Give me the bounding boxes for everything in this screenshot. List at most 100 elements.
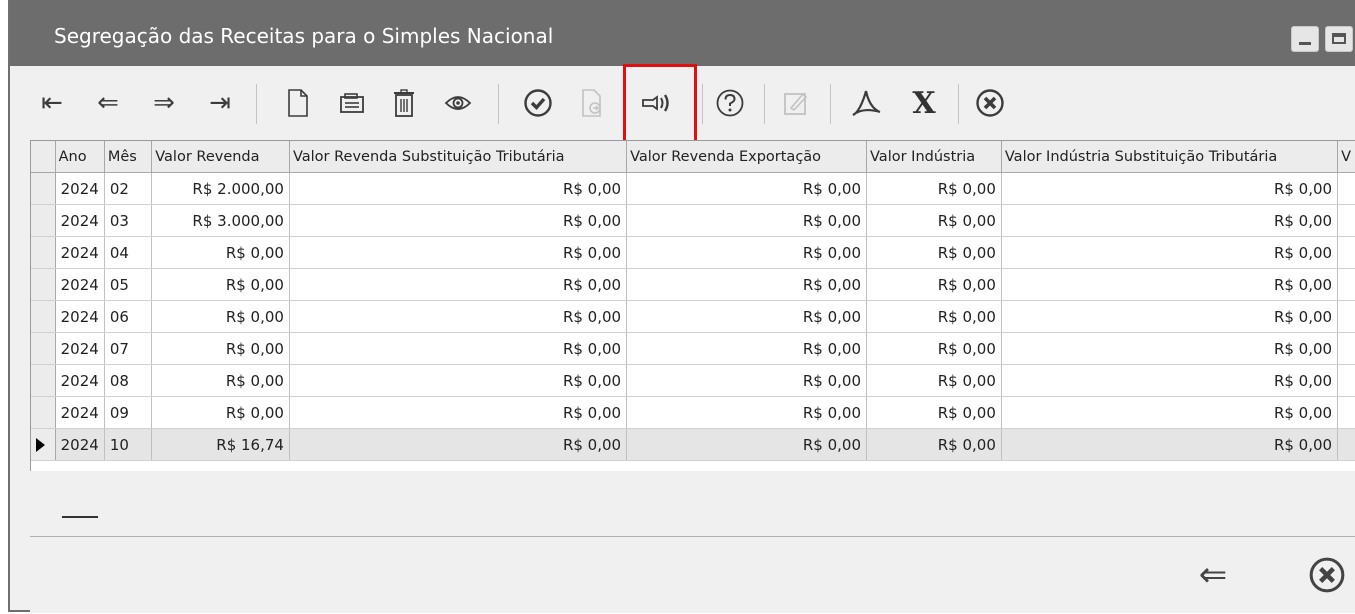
cell-truncated[interactable] — [1337, 428, 1355, 461]
column-header-mes[interactable]: Mês — [104, 141, 153, 173]
cell-valor-industria[interactable]: R$ 0,00 — [866, 364, 1002, 397]
cell-valor-revenda[interactable]: R$ 0,00 — [151, 268, 290, 301]
cell-valor-revenda-st[interactable]: R$ 0,00 — [289, 428, 628, 461]
cell-ano[interactable]: 2024 — [55, 364, 105, 397]
cell-valor-revenda-st[interactable]: R$ 0,00 — [289, 364, 628, 397]
cell-truncated[interactable] — [1337, 364, 1355, 397]
row-indicator[interactable] — [31, 300, 56, 333]
edit-disabled-button[interactable] — [776, 86, 816, 120]
confirm-button[interactable] — [518, 86, 558, 120]
row-indicator[interactable] — [31, 332, 56, 365]
table-row[interactable]: 2024 06 R$ 0,00 R$ 0,00 R$ 0,00 R$ 0,00 R$ 0,0… — [31, 300, 1355, 333]
cell-valor-industria-st[interactable]: R$ 0,00 — [1001, 332, 1339, 365]
cell-valor-revenda-exportacao[interactable]: R$ 0,00 — [626, 172, 868, 205]
cell-valor-revenda-exportacao[interactable]: R$ 0,00 — [626, 396, 868, 429]
cell-valor-industria[interactable]: R$ 0,00 — [866, 332, 1002, 365]
cell-valor-industria-st[interactable]: R$ 0,00 — [1001, 364, 1339, 397]
cell-valor-revenda-st[interactable]: R$ 0,00 — [289, 204, 628, 237]
cell-ano[interactable]: 2024 — [55, 300, 105, 333]
cell-valor-revenda-st[interactable]: R$ 0,00 — [289, 268, 628, 301]
cell-valor-revenda-exportacao[interactable]: R$ 0,00 — [626, 332, 868, 365]
table-row[interactable]: 2024 04 R$ 0,00 R$ 0,00 R$ 0,00 R$ 0,00 R$ 0,0… — [31, 236, 1355, 269]
cell-ano[interactable]: 2024 — [55, 396, 105, 429]
new-button[interactable] — [278, 86, 318, 120]
cell-mes[interactable]: 08 — [104, 364, 153, 397]
column-header-valor-revenda-exportacao[interactable]: Valor Revenda Exportação — [626, 141, 868, 173]
table-row[interactable]: 2024 08 R$ 0,00 R$ 0,00 R$ 0,00 R$ 0,00 R$ 0,0… — [31, 364, 1355, 397]
cell-valor-industria[interactable]: R$ 0,00 — [866, 204, 1002, 237]
cell-truncated[interactable] — [1337, 236, 1355, 269]
table-row[interactable]: 2024 03 R$ 3.000,00 R$ 0,00 R$ 0,00 R$ 0,00 R$… — [31, 204, 1355, 237]
cell-valor-industria-st[interactable]: R$ 0,00 — [1001, 236, 1339, 269]
help-button[interactable] — [710, 86, 750, 120]
cell-valor-industria[interactable]: R$ 0,00 — [866, 396, 1002, 429]
cell-mes[interactable]: 07 — [104, 332, 153, 365]
cell-ano[interactable]: 2024 — [55, 172, 105, 205]
cell-ano[interactable]: 2024 — [55, 236, 105, 269]
cell-valor-revenda-exportacao[interactable]: R$ 0,00 — [626, 236, 868, 269]
cell-ano[interactable]: 2024 — [55, 268, 105, 301]
cell-ano[interactable]: 2024 — [55, 204, 105, 237]
table-row[interactable]: 2024 09 R$ 0,00 R$ 0,00 R$ 0,00 R$ 0,00 R$ 0,0… — [31, 396, 1355, 429]
cell-truncated[interactable] — [1337, 332, 1355, 365]
cell-valor-industria-st[interactable]: R$ 0,00 — [1001, 428, 1339, 461]
column-header-valor-industria[interactable]: Valor Indústria — [866, 141, 1002, 173]
table-row[interactable]: 2024 10 R$ 16,74 R$ 0,00 R$ 0,00 R$ 0,00 R$ 0,… — [31, 428, 1355, 461]
row-indicator[interactable] — [31, 172, 56, 205]
cell-valor-industria[interactable]: R$ 0,00 — [866, 236, 1002, 269]
cell-valor-industria[interactable]: R$ 0,00 — [866, 268, 1002, 301]
cell-valor-industria[interactable]: R$ 0,00 — [866, 300, 1002, 333]
cell-valor-revenda[interactable]: R$ 0,00 — [151, 236, 290, 269]
minimize-button[interactable] — [1291, 26, 1319, 52]
row-indicator[interactable] — [31, 268, 56, 301]
cell-valor-revenda-exportacao[interactable]: R$ 0,00 — [626, 364, 868, 397]
cell-valor-revenda-st[interactable]: R$ 0,00 — [289, 236, 628, 269]
column-header-valor-revenda[interactable]: Valor Revenda — [151, 141, 290, 173]
cell-ano[interactable]: 2024 — [55, 428, 105, 461]
table-row[interactable]: 2024 07 R$ 0,00 R$ 0,00 R$ 0,00 R$ 0,00 R$ 0,0… — [31, 332, 1355, 365]
cell-valor-revenda-st[interactable]: R$ 0,00 — [289, 300, 628, 333]
cell-mes[interactable]: 06 — [104, 300, 153, 333]
cell-truncated[interactable] — [1337, 204, 1355, 237]
excel-button[interactable]: X — [904, 86, 944, 121]
cell-valor-revenda[interactable]: R$ 0,00 — [151, 396, 290, 429]
export-button[interactable] — [572, 86, 612, 120]
edit-button[interactable] — [332, 86, 372, 120]
cell-mes[interactable]: 05 — [104, 268, 153, 301]
cell-valor-revenda-exportacao[interactable]: R$ 0,00 — [626, 204, 868, 237]
cell-valor-revenda[interactable]: R$ 2.000,00 — [151, 172, 290, 205]
cell-mes[interactable]: 10 — [104, 428, 153, 461]
row-indicator[interactable] — [31, 428, 56, 461]
view-button[interactable] — [438, 86, 478, 120]
cell-valor-revenda-exportacao[interactable]: R$ 0,00 — [626, 268, 868, 301]
cell-valor-industria-st[interactable]: R$ 0,00 — [1001, 268, 1339, 301]
cell-valor-revenda[interactable]: R$ 16,74 — [151, 428, 290, 461]
cell-truncated[interactable] — [1337, 268, 1355, 301]
delete-button[interactable] — [384, 86, 424, 120]
column-header-valor-industria-st[interactable]: Valor Indústria Substituição Tributária — [1001, 141, 1339, 173]
cell-truncated[interactable] — [1337, 300, 1355, 333]
cell-valor-revenda-exportacao[interactable]: R$ 0,00 — [626, 300, 868, 333]
row-indicator[interactable] — [31, 204, 56, 237]
table-row[interactable]: 2024 05 R$ 0,00 R$ 0,00 R$ 0,00 R$ 0,00 R$ 0,0… — [31, 268, 1355, 301]
cell-valor-revenda[interactable]: R$ 0,00 — [151, 364, 290, 397]
pdf-button[interactable] — [846, 86, 886, 120]
previous-record-button[interactable]: ⇐ — [88, 86, 128, 120]
next-record-button[interactable]: ⇒ — [144, 86, 184, 120]
column-header-ano[interactable]: Ano — [55, 141, 105, 173]
row-indicator[interactable] — [31, 364, 56, 397]
cell-valor-industria[interactable]: R$ 0,00 — [866, 428, 1002, 461]
cell-mes[interactable]: 03 — [104, 204, 153, 237]
close-button[interactable] — [1304, 555, 1350, 595]
cell-valor-industria-st[interactable]: R$ 0,00 — [1001, 396, 1339, 429]
cell-valor-industria[interactable]: R$ 0,00 — [866, 172, 1002, 205]
cell-valor-revenda[interactable]: R$ 0,00 — [151, 300, 290, 333]
cell-ano[interactable]: 2024 — [55, 332, 105, 365]
cell-valor-revenda[interactable]: R$ 3.000,00 — [151, 204, 290, 237]
column-header-valor-revenda-st[interactable]: Valor Revenda Substituição Tributária — [289, 141, 628, 173]
cell-truncated[interactable] — [1337, 396, 1355, 429]
row-indicator[interactable] — [31, 236, 56, 269]
cell-valor-industria-st[interactable]: R$ 0,00 — [1001, 300, 1339, 333]
column-header-truncated[interactable]: V — [1337, 141, 1355, 173]
table-row[interactable]: 2024 02 R$ 2.000,00 R$ 0,00 R$ 0,00 R$ 0,00 R$… — [31, 172, 1355, 205]
